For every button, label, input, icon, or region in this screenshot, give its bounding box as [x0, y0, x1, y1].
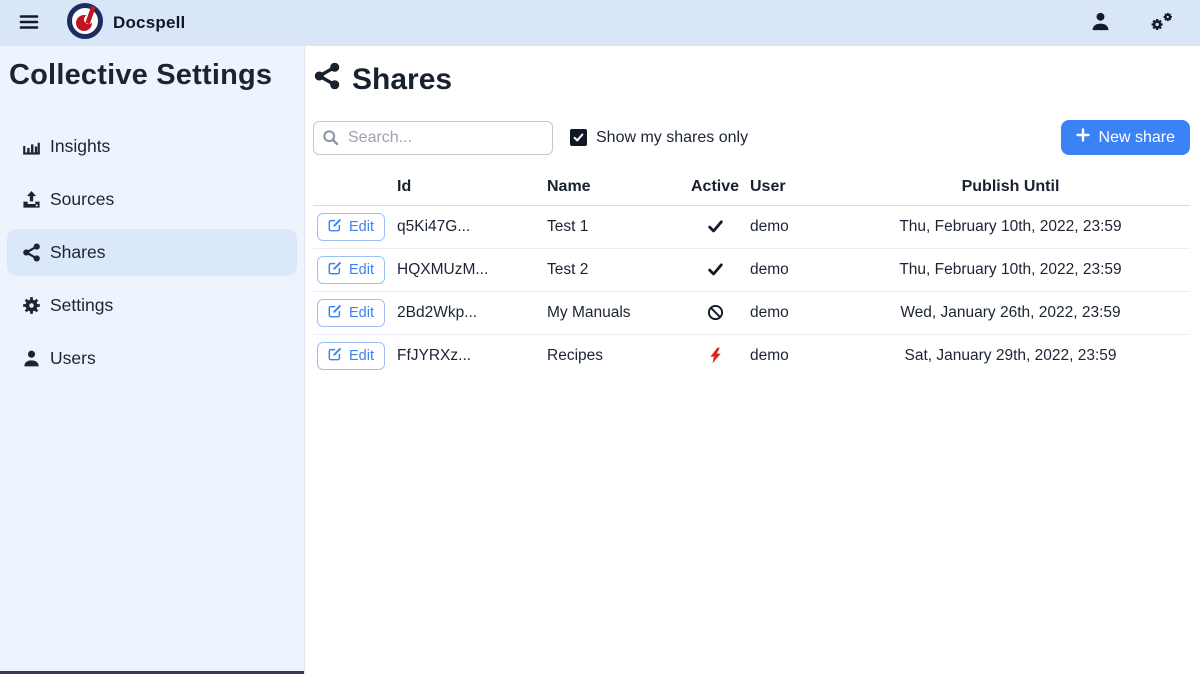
share-id: 2Bd2Wkp...	[393, 292, 543, 335]
search-icon	[322, 129, 339, 151]
sidebar-item-label: Insights	[50, 136, 110, 157]
new-share-button[interactable]: New share	[1061, 120, 1190, 155]
share-id: FfJYRXz...	[393, 335, 543, 378]
edit-share-button[interactable]: Edit	[317, 342, 385, 370]
top-navbar: Docspell	[0, 0, 1200, 46]
share-publish-until: Wed, January 26th, 2022, 23:59	[831, 292, 1190, 335]
shares-toolbar: Show my shares only New share	[313, 120, 1190, 155]
upload-icon	[22, 190, 41, 209]
edit-pencil-icon	[328, 218, 342, 236]
edit-button-label: Edit	[349, 219, 374, 235]
menu-toggle-button[interactable]	[14, 7, 44, 40]
sidebar-item-label: Sources	[50, 189, 114, 210]
share-user: demo	[746, 292, 831, 335]
share-name: Recipes	[543, 335, 684, 378]
edit-share-button[interactable]: Edit	[317, 256, 385, 284]
sidebar-item-sources[interactable]: Sources	[7, 176, 297, 223]
page-title: Shares	[313, 62, 1190, 98]
sidebar-item-insights[interactable]: Insights	[7, 123, 297, 170]
docspell-logo-icon	[66, 2, 104, 45]
share-user: demo	[746, 335, 831, 378]
shares-table: Id Name Active User Publish Until	[313, 173, 1190, 377]
share-active-status	[684, 249, 746, 292]
share-user: demo	[746, 249, 831, 292]
check-icon	[707, 261, 724, 278]
filter-label: Show my shares only	[596, 129, 748, 147]
plus-icon	[1076, 128, 1090, 147]
account-menu-button[interactable]	[1086, 7, 1115, 39]
edit-pencil-icon	[328, 261, 342, 279]
show-my-shares-filter[interactable]: Show my shares only	[570, 129, 748, 147]
share-id: HQXMUzM...	[393, 249, 543, 292]
edit-pencil-icon	[328, 347, 342, 365]
search-box	[313, 121, 553, 155]
gears-icon	[1149, 11, 1174, 36]
sidebar-item-shares[interactable]: Shares	[7, 229, 297, 276]
chart-bar-icon	[22, 137, 41, 156]
table-header-row: Id Name Active User Publish Until	[313, 173, 1190, 206]
id-column-header: Id	[393, 173, 543, 206]
active-column-header: Active	[684, 173, 746, 206]
share-name: Test 1	[543, 206, 684, 249]
check-icon	[707, 218, 724, 235]
new-share-label: New share	[1099, 129, 1175, 147]
share-id: q5Ki47G...	[393, 206, 543, 249]
gear-icon	[22, 296, 41, 315]
sidebar-item-users[interactable]: Users	[7, 335, 297, 382]
edit-button-label: Edit	[349, 262, 374, 278]
share-name: My Manuals	[543, 292, 684, 335]
sidebar-title: Collective Settings	[9, 58, 295, 93]
shares-page: Shares Show my shares only	[305, 46, 1200, 674]
shares-table-body: Edit q5Ki47G... Test 1 demo Thu, Februar…	[313, 206, 1190, 378]
share-active-status	[684, 335, 746, 378]
share-icon	[313, 62, 341, 98]
sidebar-item-label: Settings	[50, 295, 113, 316]
table-row: Edit 2Bd2Wkp... My Manuals demo Wed, Jan…	[313, 292, 1190, 335]
edit-share-button[interactable]: Edit	[317, 299, 385, 327]
publish-until-column-header: Publish Until	[831, 173, 1190, 206]
share-publish-until: Thu, February 10th, 2022, 23:59	[831, 206, 1190, 249]
share-user: demo	[746, 206, 831, 249]
sidebar-item-label: Users	[50, 348, 96, 369]
collective-settings-sidebar: Collective Settings Insights	[0, 46, 305, 674]
edit-pencil-icon	[328, 304, 342, 322]
edit-button-label: Edit	[349, 305, 374, 321]
user-column-header: User	[746, 173, 831, 206]
share-publish-until: Thu, February 10th, 2022, 23:59	[831, 249, 1190, 292]
share-active-status	[684, 206, 746, 249]
bolt-icon	[707, 347, 724, 364]
share-icon	[22, 243, 41, 262]
hamburger-icon	[18, 11, 40, 36]
app-brand[interactable]: Docspell	[66, 2, 185, 45]
edit-button-label: Edit	[349, 348, 374, 364]
checkbox-checked-icon[interactable]	[570, 129, 587, 146]
share-publish-until: Sat, January 29th, 2022, 23:59	[831, 335, 1190, 378]
ban-icon	[707, 304, 724, 321]
edit-share-button[interactable]: Edit	[317, 213, 385, 241]
share-active-status	[684, 292, 746, 335]
page-title-text: Shares	[352, 63, 452, 97]
sidebar-item-settings[interactable]: Settings	[7, 282, 297, 329]
sidebar-item-label: Shares	[50, 242, 105, 263]
app-title: Docspell	[113, 13, 185, 33]
sidebar-nav: Insights Sources	[7, 123, 297, 388]
table-row: Edit HQXMUzM... Test 2 demo Thu, Februar…	[313, 249, 1190, 292]
table-row: Edit q5Ki47G... Test 1 demo Thu, Februar…	[313, 206, 1190, 249]
user-icon	[22, 349, 41, 368]
admin-settings-button[interactable]	[1145, 7, 1178, 40]
share-name: Test 2	[543, 249, 684, 292]
name-column-header: Name	[543, 173, 684, 206]
edit-column-header	[313, 173, 393, 206]
user-icon	[1090, 11, 1111, 35]
search-input[interactable]	[313, 121, 553, 155]
table-row: Edit FfJYRXz... Recipes demo Sat, Januar…	[313, 335, 1190, 378]
